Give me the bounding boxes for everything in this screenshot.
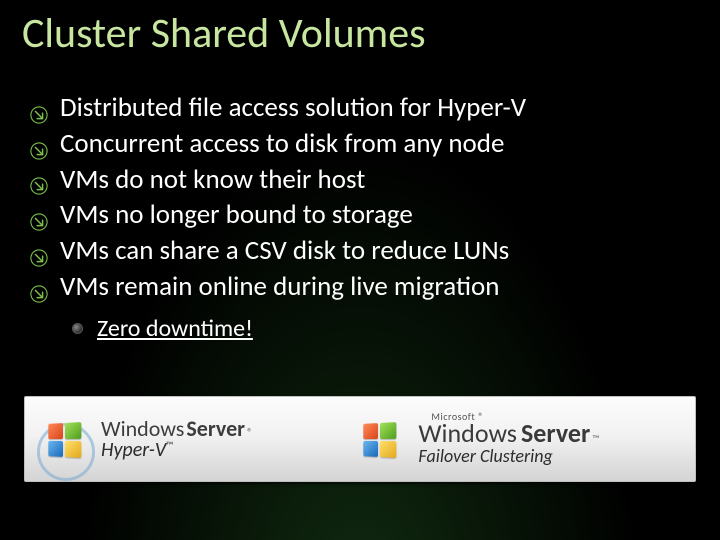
windows-flag-icon [35, 409, 91, 469]
sub-bullet-text: Zero downtime! [97, 314, 253, 343]
bullet-item: VMs no longer bound to storage [30, 198, 720, 232]
slide-title: Cluster Shared Volumes [0, 0, 720, 59]
sub-bullet-list: Zero downtime! [72, 314, 720, 343]
product-failover: Microsoft® Windows Server ™ Failover Clu… [346, 397, 695, 481]
registered-mark: ® [247, 427, 253, 439]
brand-line: Windows Server ® [101, 417, 253, 440]
bullet-text: Distributed file access solution for Hyp… [60, 91, 526, 125]
brand-windows: Windows [418, 420, 517, 447]
arrow-bullet-icon [30, 99, 48, 117]
product-family: Failover Clustering [418, 447, 599, 466]
arrow-bullet-icon [30, 206, 48, 224]
bullet-text: Concurrent access to disk from any node [60, 127, 504, 161]
product-text: Windows Server ® Hyper-V™ [101, 417, 253, 461]
bullet-item: Concurrent access to disk from any node [30, 127, 720, 161]
bullet-item: VMs do not know their host [30, 163, 720, 197]
bullet-item: Distributed file access solution for Hyp… [30, 91, 720, 125]
bullet-list: Distributed file access solution for Hyp… [30, 91, 720, 304]
brand-windows: Windows [101, 417, 184, 440]
windows-flag-icon [352, 409, 408, 469]
bullet-text: VMs can share a CSV disk to reduce LUNs [60, 234, 509, 268]
slide: Cluster Shared Volumes Distributed file … [0, 0, 720, 540]
bullet-text: VMs do not know their host [60, 163, 365, 197]
arrow-bullet-icon [30, 278, 48, 296]
product-text: Microsoft® Windows Server ™ Failover Clu… [418, 412, 599, 467]
product-hyperv: Windows Server ® Hyper-V™ [25, 397, 346, 481]
bullet-text: VMs remain online during live migration [60, 270, 499, 304]
brand-server: Server [186, 417, 245, 440]
brand-line: Windows Server ™ [418, 420, 599, 447]
bullet-item: VMs can share a CSV disk to reduce LUNs [30, 234, 720, 268]
dot-bullet-icon [72, 323, 83, 334]
product-family: Hyper-V™ [101, 440, 253, 461]
bullet-item: VMs remain online during live migration [30, 270, 720, 304]
sub-bullet-item: Zero downtime! [72, 314, 720, 343]
product-logo-bar: Windows Server ® Hyper-V™ Microsoft® [24, 396, 696, 482]
arrow-bullet-icon [30, 242, 48, 260]
trademark-mark: ™ [592, 434, 599, 445]
trademark-mark: ™ [166, 438, 173, 451]
arrow-bullet-icon [30, 135, 48, 153]
bullet-text: VMs no longer bound to storage [60, 198, 413, 232]
arrow-bullet-icon [30, 170, 48, 188]
brand-server: Server [521, 420, 590, 447]
